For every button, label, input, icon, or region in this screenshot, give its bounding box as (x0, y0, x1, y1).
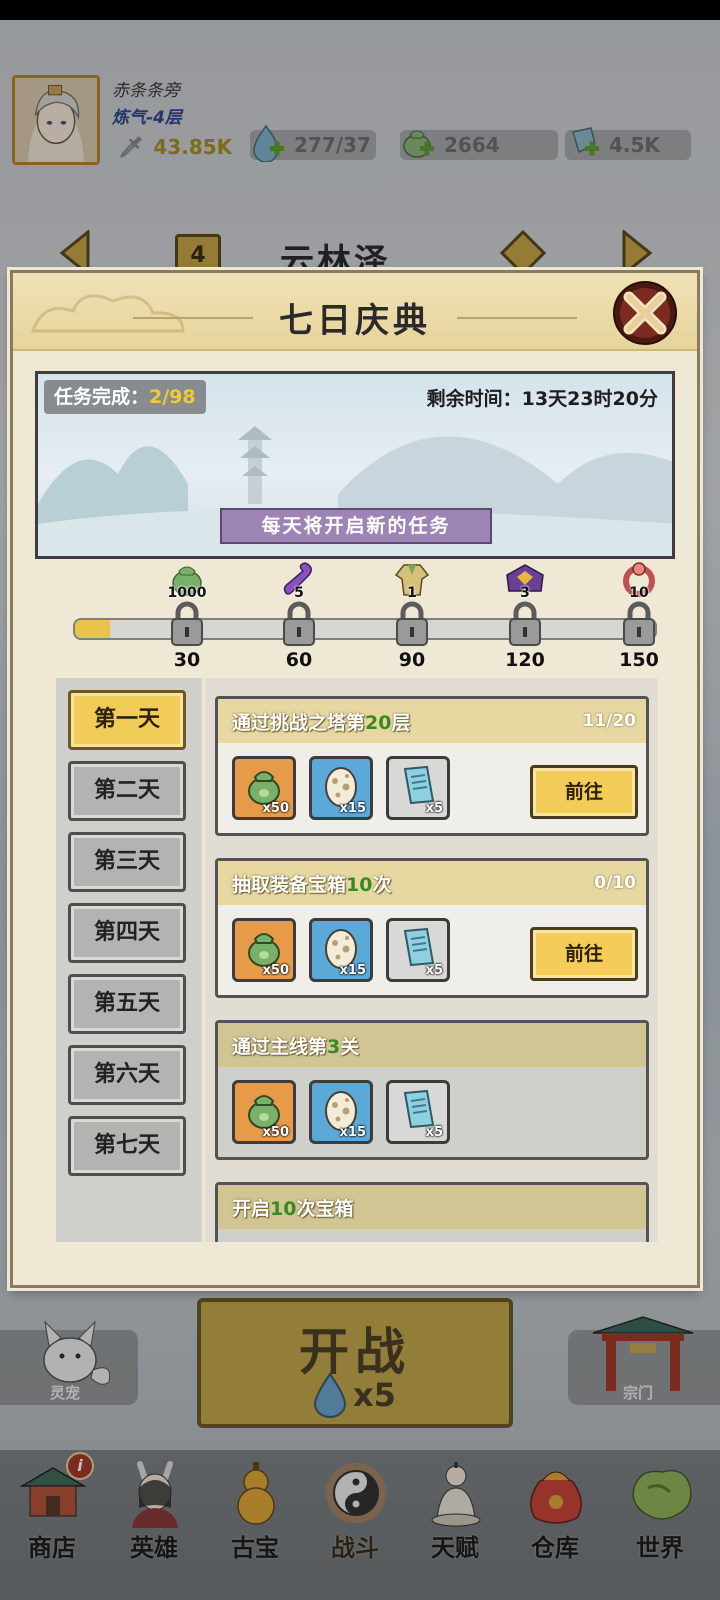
task-header: 通过主线第3关 (218, 1023, 646, 1067)
task-title: 通过主线第3关 (232, 1036, 360, 1058)
task-title: 通过挑战之塔第20层 (232, 712, 411, 734)
task-header: 通过挑战之塔第20层 11/20 (218, 699, 646, 743)
task-progress: 11/20 (582, 711, 636, 731)
milestone-label: 120 (505, 649, 545, 671)
milestone-reward-count: 1000 (167, 585, 207, 601)
tab-day-3[interactable]: 第三天 (68, 832, 186, 892)
remaining-time: 剩余时间：13天23时20分 (426, 388, 658, 410)
reward-quantity: x5 (425, 1125, 443, 1140)
reward-quantity: x50 (262, 963, 289, 978)
lock-icon (509, 601, 541, 646)
reward-scroll[interactable]: x5 (386, 918, 450, 982)
milestone-90[interactable]: 1 90 (382, 561, 442, 681)
reward-quantity: x50 (262, 1125, 289, 1140)
reward-jade-pouch[interactable]: x50 (232, 1080, 296, 1144)
milestone-label: 60 (285, 649, 313, 671)
milestone-reward-count: 3 (520, 585, 530, 601)
task-list[interactable]: 通过挑战之塔第20层 11/20 x50 x15 x5 前往 抽取装备宝箱10次… (205, 678, 658, 1242)
reward-quantity: x5 (425, 801, 443, 816)
milestone-30[interactable]: 1000 30 (157, 561, 217, 681)
task-card: 开启10次宝箱 (215, 1182, 649, 1242)
title-divider-right (457, 317, 577, 319)
tab-day-2[interactable]: 第二天 (68, 761, 186, 821)
task-card: 抽取装备宝箱10次 0/10 x50 x15 x5 前往 (215, 858, 649, 998)
dialog-title: 七日庆典 (279, 301, 431, 341)
lock-icon (171, 601, 203, 646)
task-completion-label: 任务完成： (54, 386, 150, 408)
task-title: 开启10次宝箱 (232, 1198, 354, 1220)
reward-quantity: x50 (262, 801, 289, 816)
day-tab-panel: 第一天 第二天 第三天 第四天 第五天 第六天 第七天 (56, 678, 202, 1242)
event-banner: 任务完成：2/98 剩余时间：13天23时20分 每天将开启新的任务 (35, 371, 675, 559)
reward-quantity: x15 (339, 801, 366, 816)
reward-jade-pouch[interactable]: x50 (232, 918, 296, 982)
close-icon (613, 281, 677, 345)
reward-quantity: x15 (339, 963, 366, 978)
task-completion-value: 2/98 (149, 386, 196, 408)
dialog-header: 七日庆典 (13, 273, 697, 351)
tab-day-4[interactable]: 第四天 (68, 903, 186, 963)
task-header: 开启10次宝箱 (218, 1185, 646, 1229)
milestone-60[interactable]: 5 60 (269, 561, 329, 681)
reward-spirit-egg[interactable]: x15 (309, 918, 373, 982)
tab-day-6[interactable]: 第六天 (68, 1045, 186, 1105)
tab-day-5[interactable]: 第五天 (68, 974, 186, 1034)
reward-quantity: x15 (339, 1125, 366, 1140)
tab-day-7[interactable]: 第七天 (68, 1116, 186, 1176)
status-bar (0, 0, 720, 20)
task-card: 通过挑战之塔第20层 11/20 x50 x15 x5 前往 (215, 696, 649, 836)
reward-scroll[interactable]: x5 (386, 1080, 450, 1144)
daily-task-note: 每天将开启新的任务 (220, 508, 492, 544)
reward-jade-pouch[interactable]: x50 (232, 756, 296, 820)
reward-scroll[interactable]: x5 (386, 756, 450, 820)
milestone-label: 90 (398, 649, 426, 671)
milestone-reward-count: 10 (629, 585, 649, 601)
milestone-120[interactable]: 3 120 (495, 561, 555, 681)
lock-icon (283, 601, 315, 646)
milestone-150[interactable]: 10 150 (609, 561, 669, 681)
lock-icon (623, 601, 655, 646)
task-completion-box: 任务完成：2/98 (44, 380, 206, 414)
reward-quantity: x5 (425, 963, 443, 978)
milestone-label: 150 (619, 649, 659, 671)
milestone-reward-count: 5 (294, 585, 304, 601)
tab-day-1[interactable]: 第一天 (68, 690, 186, 750)
milestone-label: 30 (173, 649, 201, 671)
milestone-progress-fill (75, 620, 110, 638)
go-button[interactable]: 前往 (530, 765, 638, 819)
reward-spirit-egg[interactable]: x15 (309, 1080, 373, 1144)
task-header: 抽取装备宝箱10次 0/10 (218, 861, 646, 905)
task-progress: 0/10 (594, 873, 636, 893)
reward-spirit-egg[interactable]: x15 (309, 756, 373, 820)
close-button[interactable] (609, 279, 681, 347)
go-button[interactable]: 前往 (530, 927, 638, 981)
task-title: 抽取装备宝箱10次 (232, 874, 392, 896)
lock-icon (396, 601, 428, 646)
milestone-reward-count: 1 (407, 585, 417, 601)
seven-day-event-dialog: 七日庆典 任务完成：2/98 剩余时间：13天23时20分 每天将开启新的任务 (10, 270, 700, 1288)
task-card: 通过主线第3关 x50 x15 x5 (215, 1020, 649, 1160)
